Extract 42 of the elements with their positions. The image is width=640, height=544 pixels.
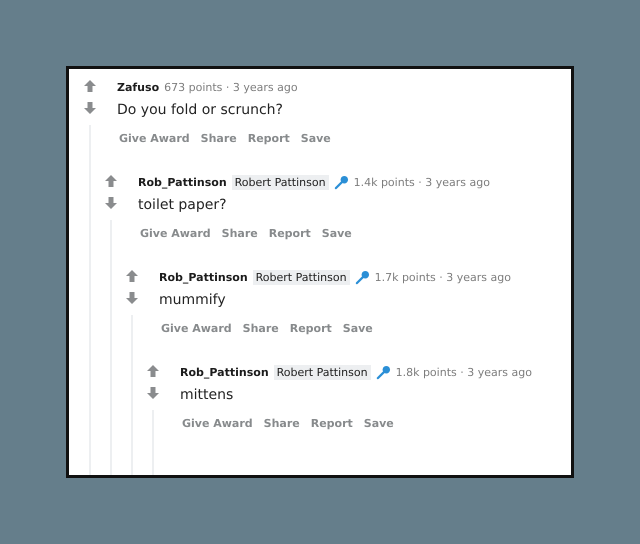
microphone-icon xyxy=(334,174,349,190)
action-link[interactable]: Share xyxy=(238,320,283,337)
comment-text: mummify xyxy=(159,291,227,310)
action-link[interactable]: Report xyxy=(244,130,294,147)
upvote-icon[interactable] xyxy=(125,269,139,283)
action-link[interactable]: Give Award xyxy=(136,225,215,242)
action-link[interactable]: Save xyxy=(338,320,377,337)
comment-text: toilet paper? xyxy=(138,196,228,215)
upvote-icon[interactable] xyxy=(104,174,118,188)
comment-text: mittens xyxy=(180,386,234,405)
action-link[interactable]: Share xyxy=(260,415,304,432)
action-link[interactable]: Report xyxy=(264,225,315,242)
action-link[interactable]: Give Award xyxy=(178,415,257,432)
downvote-icon[interactable] xyxy=(104,196,118,210)
action-link[interactable]: Share xyxy=(196,130,241,147)
downvote-icon[interactable] xyxy=(146,386,160,400)
upvote-icon[interactable] xyxy=(146,364,160,378)
downvote-icon[interactable] xyxy=(83,101,97,115)
comment-meta: 673 points · 3 years ago xyxy=(164,80,298,94)
action-link[interactable]: Give Award xyxy=(157,320,236,337)
comment-text: Do you fold or scrunch? xyxy=(117,101,284,120)
user-flair: Robert Pattinson xyxy=(232,174,329,190)
comment-meta: 1.4k points · 3 years ago xyxy=(354,176,490,188)
action-link[interactable]: Save xyxy=(318,225,356,242)
action-link[interactable]: Give Award xyxy=(115,130,194,147)
comment-author[interactable]: Rob_Pattinson xyxy=(138,176,227,188)
user-flair: Robert Pattinson xyxy=(252,270,350,284)
downvote-icon[interactable] xyxy=(125,291,139,305)
upvote-icon[interactable] xyxy=(83,79,97,93)
comment-author[interactable]: Rob_Pattinson xyxy=(180,366,269,378)
comment-meta: 1.8k points · 3 years ago xyxy=(396,366,532,378)
action-link[interactable]: Report xyxy=(306,415,357,432)
action-link[interactable]: Share xyxy=(218,225,262,242)
comment-meta: 1.7k points · 3 years ago xyxy=(374,270,511,284)
action-link[interactable]: Save xyxy=(360,415,398,432)
action-link[interactable]: Report xyxy=(286,320,336,337)
microphone-icon xyxy=(354,270,370,284)
microphone-icon xyxy=(376,364,391,380)
comment-author[interactable]: Zafuso xyxy=(117,80,160,94)
action-link[interactable]: Save xyxy=(296,130,335,147)
user-flair: Robert Pattinson xyxy=(274,364,371,380)
comment-author[interactable]: Rob_Pattinson xyxy=(159,270,248,284)
